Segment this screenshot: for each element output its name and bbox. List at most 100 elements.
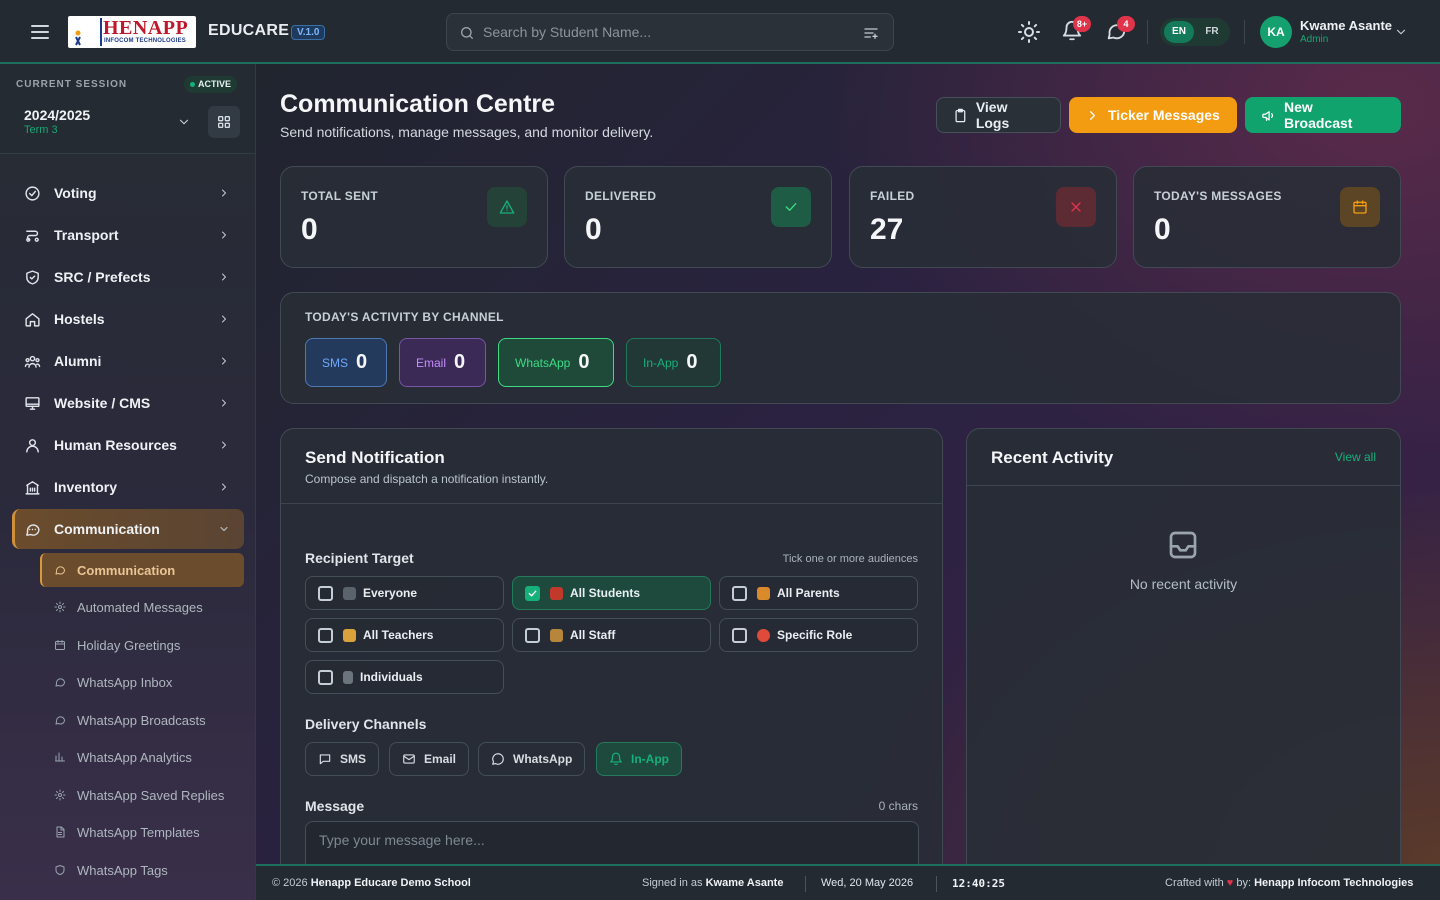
scrolled-item-remnant [24,153,144,157]
menu-icon[interactable] [28,20,52,44]
messages-button[interactable]: 4 [1105,16,1135,44]
lang-en[interactable]: EN [1164,21,1194,43]
apps-grid-button[interactable] [208,106,240,138]
check-icon [771,187,811,227]
session-chevron-down-icon[interactable] [177,115,191,129]
audience-specific-role[interactable]: Specific Role [719,618,918,652]
notifications-button[interactable]: 8+ [1061,16,1091,44]
view-logs-label: View Logs [975,99,1010,131]
sidebar-subitem-holiday-greetings[interactable]: Holiday Greetings [40,628,244,662]
sidebar-item-inventory[interactable]: Inventory [12,467,244,507]
theme-toggle-icon[interactable] [1017,20,1041,44]
audience-everyone[interactable]: Everyone [305,576,504,610]
chat-icon [54,714,66,726]
delivery-channels-label: Delivery Channels [305,716,427,732]
shield-icon [24,269,41,286]
delivery-channel-email[interactable]: Email [389,742,470,776]
bell-icon [610,752,622,765]
gear-icon [54,601,66,613]
checkbox[interactable] [732,628,747,643]
audience-all-staff[interactable]: All Staff [512,618,711,652]
stat-card-failed: FAILED 27 [849,166,1117,268]
footer-copyright: © 2026 Henapp Educare Demo School [272,877,471,889]
subitem-label: WhatsApp Inbox [77,675,173,690]
delivery-channel-whatsapp[interactable]: WhatsApp [478,742,586,776]
sidebar-subitem-whatsapp-templates[interactable]: WhatsApp Templates [40,815,244,849]
chevron-right-icon [218,397,230,409]
user-role: Admin [1300,34,1329,45]
monitor-icon [24,395,41,412]
check-circle-icon [24,185,41,202]
sidebar-item-label: Inventory [54,479,118,495]
delivery-channel-label: SMS [340,752,367,766]
sidebar-subitem-whatsapp-inbox[interactable]: WhatsApp Inbox [40,665,244,699]
sidebar-subitem-automated-messages[interactable]: Automated Messages [40,590,244,624]
delivery-channel-label: Email [424,752,457,766]
sidebar-subitem-communication[interactable]: Communication [40,553,244,587]
channel-chip-sms: SMS 0 [305,338,387,387]
session-year[interactable]: 2024/2025 [24,107,90,123]
heart-icon: ♥ [1226,877,1234,889]
mail-icon [403,754,415,764]
session-label: CURRENT SESSION [16,79,128,90]
checkbox[interactable] [525,628,540,643]
subitem-label: WhatsApp Templates [77,825,200,840]
delivery-channel-in-app[interactable]: In-App [596,742,682,776]
checkbox[interactable] [318,586,333,601]
sidebar-subitem-whatsapp-tags[interactable]: WhatsApp Tags [40,853,244,887]
sidebar-item-alumni[interactable]: Alumni [12,341,244,381]
user-name[interactable]: Kwame Asante [1300,18,1392,33]
new-broadcast-button[interactable]: New Broadcast [1245,97,1401,133]
lang-fr[interactable]: FR [1197,21,1227,43]
chat-icon [24,521,41,538]
subitem-label: WhatsApp Saved Replies [77,788,225,803]
stat-card-total-sent: TOTAL SENT 0 [280,166,548,268]
filter-icon[interactable] [863,25,879,41]
view-logs-button[interactable]: View Logs [936,97,1061,133]
message-label: Message [305,798,365,814]
message-field [305,821,919,864]
logo[interactable]: HENAPP INFOCOM TECHNOLOGIES [68,16,196,48]
checkbox[interactable] [525,586,540,601]
view-all-link[interactable]: View all [1335,450,1376,464]
message-textarea[interactable] [306,822,918,864]
search-input[interactable] [483,14,853,50]
audience-all-students[interactable]: All Students [512,576,711,610]
chevron-right-icon [218,439,230,451]
sidebar-item-transport[interactable]: Transport [12,215,244,255]
shield-icon [54,864,66,876]
sidebar-item-label: Transport [54,227,119,243]
sidebar-item-src-prefects[interactable]: SRC / Prefects [12,257,244,297]
channel-label: SMS [322,355,349,370]
avatar[interactable]: KA [1260,16,1292,48]
checkbox[interactable] [318,628,333,643]
person-icon [343,671,353,684]
footer-credit: Crafted with ♥ by: Henapp Infocom Techno… [1165,877,1414,889]
sidebar: CURRENT SESSION ACTIVE 2024/2025 Term 3 … [0,64,256,900]
check-icon [528,590,537,597]
audience-all-teachers[interactable]: All Teachers [305,618,504,652]
checkbox[interactable] [318,670,333,685]
chat-icon [54,564,66,576]
sidebar-item-voting[interactable]: Voting [12,173,244,213]
sidebar-subitem-whatsapp-saved-replies[interactable]: WhatsApp Saved Replies [40,778,244,812]
ticker-messages-button[interactable]: Ticker Messages [1069,97,1237,133]
sidebar-item-hostels[interactable]: Hostels [12,299,244,339]
empty-state-text: No recent activity [1129,576,1238,592]
people-icon [343,587,356,600]
sidebar-subitem-whatsapp-broadcasts[interactable]: WhatsApp Broadcasts [40,703,244,737]
sidebar-item-website-cms[interactable]: Website / CMS [12,383,244,423]
checkbox[interactable] [732,586,747,601]
channel-label: In-App [643,355,679,370]
delivery-channel-sms[interactable]: SMS [305,742,380,776]
chat-icon [54,676,66,688]
sidebar-subitem-whatsapp-analytics[interactable]: WhatsApp Analytics [40,740,244,774]
sidebar-item-human-resources[interactable]: Human Resources [12,425,244,465]
chevron-down-icon[interactable] [1394,25,1408,39]
audience-all-parents[interactable]: All Parents [719,576,918,610]
delivery-channel-label: In-App [631,752,669,766]
subitem-label: Holiday Greetings [77,638,181,653]
sidebar-item-communication[interactable]: Communication [12,509,244,549]
audience-individuals[interactable]: Individuals [305,660,504,694]
subitem-label: WhatsApp Tags [77,863,168,878]
